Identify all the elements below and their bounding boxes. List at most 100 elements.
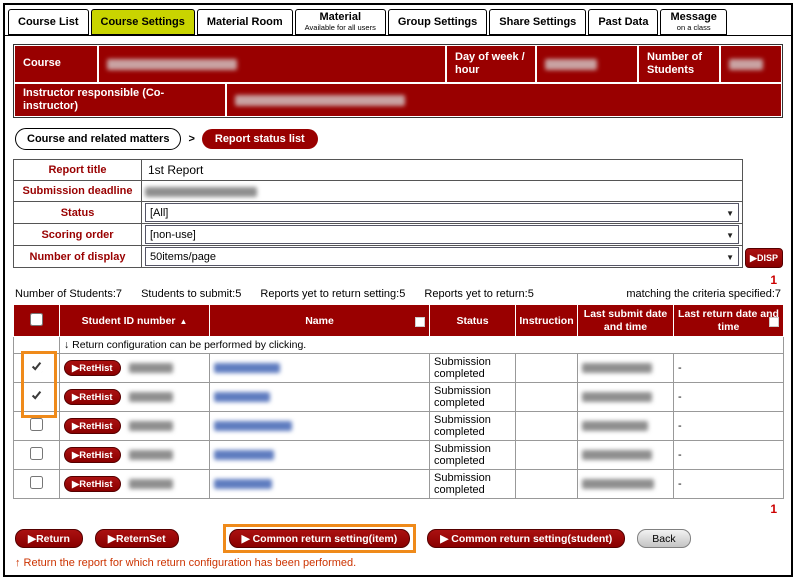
tab-label: Course Settings [101, 16, 185, 29]
last-return-cell: - [674, 354, 784, 383]
last-return-header: Last return date and time [674, 305, 784, 337]
row-select-checkbox[interactable] [30, 447, 43, 460]
table-row: ▶RetHist Submission completed - [14, 441, 784, 470]
report-status-table: Student ID number▲ Name Status Instructi… [13, 304, 784, 499]
table-row: ▶RetHist Submission completed - [14, 383, 784, 412]
report-status-table-section: Student ID number▲ Name Status Instructi… [13, 304, 783, 499]
report-title-label: Report title [14, 160, 142, 181]
number-of-display-select[interactable]: 50items/page [145, 247, 739, 266]
breadcrumb: Course and related matters > Report stat… [15, 128, 791, 150]
last-submit-header: Last submit date and time [578, 305, 674, 337]
row-select-checkbox[interactable] [30, 360, 43, 373]
number-of-display-label: Number of display [14, 246, 142, 268]
back-button[interactable]: Back [637, 529, 690, 548]
last-return-cell: - [674, 470, 784, 499]
student-id-header-label: Student ID number [82, 315, 176, 327]
instructor-name-blurred [235, 95, 405, 106]
select-all-header [14, 305, 60, 337]
page-number-bottom[interactable]: 1 [19, 502, 777, 516]
last-return-cell: - [674, 383, 784, 412]
rethist-button[interactable]: ▶RetHist [64, 418, 121, 434]
scoring-order-label: Scoring order [14, 224, 142, 246]
report-filter-form: Report title 1st Report Submission deadl… [13, 159, 783, 268]
sort-asc-icon[interactable]: ▲ [180, 317, 188, 326]
instruction-cell [516, 354, 578, 383]
tab-group-settings[interactable]: Group Settings [388, 9, 487, 35]
stat-matching-criteria: matching the criteria specified:7 [626, 288, 781, 300]
course-name-blurred [107, 59, 237, 70]
retern-set-button[interactable]: ▶ReternSet [95, 529, 179, 548]
rethist-button[interactable]: ▶RetHist [64, 476, 121, 492]
tab-message[interactable]: Messageon a class [660, 9, 726, 35]
last-return-cell: - [674, 412, 784, 441]
common-return-setting-item-button[interactable]: ▶ Common return setting(item) [229, 529, 411, 548]
tab-material-room[interactable]: Material Room [197, 9, 293, 35]
stats-bar: Number of Students:7 Students to submit:… [15, 288, 781, 300]
rethist-button[interactable]: ▶RetHist [64, 360, 121, 376]
day-of-week-blurred [545, 59, 597, 70]
status-cell: Submission completed [430, 354, 516, 383]
last-return-sort-box-icon[interactable] [769, 317, 779, 327]
day-of-week-label: Day of week / hour [446, 45, 536, 83]
last-submit-blurred [582, 421, 648, 431]
instruction-header: Instruction [516, 305, 578, 337]
scoring-order-select[interactable]: [non-use] [145, 225, 739, 244]
tab-label: Share Settings [499, 16, 576, 29]
instruction-cell [516, 470, 578, 499]
status-filter-select[interactable]: [All] [145, 203, 739, 222]
row-select-checkbox[interactable] [30, 389, 43, 402]
tab-label: Course List [18, 16, 79, 29]
row-select-checkbox[interactable] [30, 476, 43, 489]
student-name-link[interactable] [214, 392, 270, 402]
table-row: ▶RetHist Submission completed - [14, 412, 784, 441]
course-value-cell [98, 45, 446, 83]
select-all-checkbox[interactable] [30, 313, 43, 326]
tab-label: Material Room [207, 16, 283, 29]
tab-past-data[interactable]: Past Data [588, 9, 658, 35]
instruction-cell [516, 441, 578, 470]
report-title-value: 1st Report [145, 163, 203, 177]
common-return-setting-student-button[interactable]: ▶ Common return setting(student) [427, 529, 625, 548]
stat-students-to-submit: Students to submit:5 [141, 288, 241, 300]
status-cell: Submission completed [430, 470, 516, 499]
table-note-text: ↓ Return configuration can be performed … [60, 337, 784, 354]
last-submit-blurred [582, 363, 652, 373]
return-button[interactable]: ▶Return [15, 529, 83, 548]
student-name-link[interactable] [214, 421, 292, 431]
rethist-button[interactable]: ▶RetHist [64, 389, 121, 405]
last-submit-blurred [582, 392, 652, 402]
stat-number-of-students: Number of Students:7 [15, 288, 122, 300]
report-status-list-pill[interactable]: Report status list [202, 129, 318, 149]
student-id-header: Student ID number ▲ [60, 305, 210, 337]
name-sort-box-icon[interactable] [415, 317, 425, 327]
rethist-button[interactable]: ▶RetHist [64, 447, 121, 463]
tab-bar: Course List Course Settings Material Roo… [5, 5, 791, 36]
report-title-value-cell: 1st Report [142, 160, 743, 181]
tab-course-list[interactable]: Course List [8, 9, 89, 35]
tab-course-settings[interactable]: Course Settings [91, 9, 195, 35]
num-students-value-cell [720, 45, 782, 83]
submission-deadline-value-cell [142, 181, 743, 202]
tab-sublabel: on a class [677, 24, 711, 33]
instructor-label: Instructor responsible (Co-instructor) [14, 83, 226, 117]
disp-button[interactable]: ▶DISP [745, 248, 783, 268]
student-name-link[interactable] [214, 450, 274, 460]
instructor-value-cell [226, 83, 782, 117]
submission-deadline-label: Submission deadline [14, 181, 142, 202]
tab-material[interactable]: MaterialAvailable for all users [295, 9, 386, 35]
table-note-row: ↓ Return configuration can be performed … [14, 337, 784, 354]
student-id-blurred [129, 392, 173, 402]
course-and-related-matters-pill[interactable]: Course and related matters [15, 128, 181, 150]
last-return-cell: - [674, 441, 784, 470]
status-cell: Submission completed [430, 383, 516, 412]
course-label: Course [14, 45, 98, 83]
day-of-week-value-cell [536, 45, 638, 83]
course-info-row2: Instructor responsible (Co-instructor) [13, 83, 783, 118]
row-select-checkbox[interactable] [30, 418, 43, 431]
student-name-link[interactable] [214, 479, 272, 489]
footer-note: ↑ Return the report for which return con… [15, 557, 791, 569]
student-name-link[interactable] [214, 363, 280, 373]
page-number-top[interactable]: 1 [19, 273, 777, 287]
course-info-row1: Course Day of week / hour Number of Stud… [13, 44, 783, 83]
tab-share-settings[interactable]: Share Settings [489, 9, 586, 35]
